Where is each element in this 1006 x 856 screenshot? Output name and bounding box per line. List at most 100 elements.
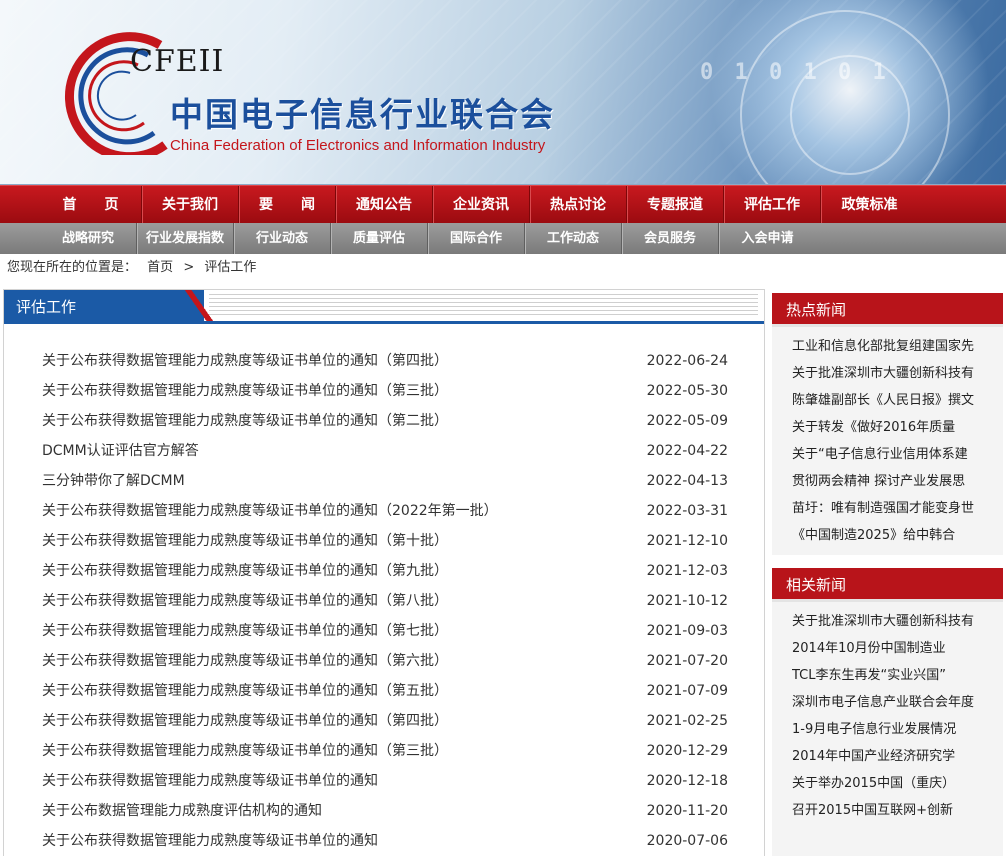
- hot-news-box: 热点新闻 工业和信息化部批复组建国家先 关于批准深圳市大疆创新科技有 陈肇雄副部长《…: [772, 293, 1003, 555]
- article-date: 2022-04-22: [646, 443, 728, 459]
- sub-nav: 战略研究 行业发展指数 行业动态 质量评估 国际合作 工作动态 会员服务 入会申…: [0, 223, 1006, 254]
- article-row[interactable]: 关于公布获得数据管理能力成熟度等级证书单位的通知（第六批） 2021-07-20: [42, 646, 728, 676]
- nav-enterprise[interactable]: 企业资讯: [433, 186, 530, 224]
- hot-news-item[interactable]: 工业和信息化部批复组建国家先: [792, 333, 992, 360]
- header-decoration: [209, 294, 758, 318]
- related-news-item[interactable]: 2014年中国产业经济研究学: [792, 743, 992, 770]
- breadcrumb: 您现在所在的位置是： 首页 > 评估工作: [7, 258, 262, 278]
- logo-abbreviation: CFEII: [130, 44, 225, 79]
- article-date: 2022-06-24: [646, 353, 728, 369]
- article-title-link[interactable]: 关于公布数据管理能力成熟度评估机构的通知: [42, 796, 322, 826]
- nav-policy[interactable]: 政策标准: [821, 186, 918, 224]
- article-date: 2021-12-03: [646, 563, 728, 579]
- article-row[interactable]: 关于公布获得数据管理能力成熟度等级证书单位的通知（第二批） 2022-05-09: [42, 406, 728, 436]
- article-title-link[interactable]: 关于公布获得数据管理能力成熟度等级证书单位的通知（第四批）: [42, 706, 448, 736]
- article-row[interactable]: 关于公布获得数据管理能力成熟度等级证书单位的通知（第五批） 2021-07-09: [42, 676, 728, 706]
- article-list: 关于公布获得数据管理能力成熟度等级证书单位的通知（第四批） 2022-06-24 关…: [42, 346, 728, 856]
- article-title-link[interactable]: DCMM认证评估官方解答: [42, 436, 199, 466]
- article-date: 2022-05-09: [646, 413, 728, 429]
- article-title-link[interactable]: 关于公布获得数据管理能力成熟度等级证书单位的通知（第三批）: [42, 736, 448, 766]
- article-title-link[interactable]: 关于公布获得数据管理能力成熟度等级证书单位的通知（第六批）: [42, 646, 448, 676]
- hot-news-item[interactable]: 关于批准深圳市大疆创新科技有: [792, 360, 992, 387]
- article-title-link[interactable]: 关于公布获得数据管理能力成熟度等级证书单位的通知（第五批）: [42, 676, 448, 706]
- breadcrumb-prefix: 您现在所在的位置是：: [7, 260, 138, 275]
- nav-notices[interactable]: 通知公告: [336, 186, 433, 224]
- nav-assessment[interactable]: 评估工作: [724, 186, 821, 224]
- related-news-item[interactable]: 关于举办2015中国（重庆）: [792, 770, 992, 797]
- hot-news-title: 热点新闻: [772, 293, 1003, 327]
- related-news-title: 相关新闻: [772, 568, 1003, 602]
- nav-special-reports[interactable]: 专题报道: [627, 186, 724, 224]
- breadcrumb-home-link[interactable]: 首页: [147, 260, 173, 275]
- article-title-link[interactable]: 关于公布获得数据管理能力成熟度等级证书单位的通知（第四批）: [42, 346, 448, 376]
- subnav-work[interactable]: 工作动态: [525, 223, 622, 254]
- related-news-item[interactable]: TCL李东生再发“实业兴国”: [792, 662, 992, 689]
- subnav-international[interactable]: 国际合作: [428, 223, 525, 254]
- article-row[interactable]: 关于公布获得数据管理能力成熟度等级证书单位的通知（第四批） 2021-02-25: [42, 706, 728, 736]
- article-row[interactable]: 三分钟带你了解DCMM 2022-04-13: [42, 466, 728, 496]
- related-news-item[interactable]: 2014年10月份中国制造业: [792, 635, 992, 662]
- article-row[interactable]: 关于公布获得数据管理能力成熟度等级证书单位的通知（第三批） 2022-05-30: [42, 376, 728, 406]
- site-title-en: China Federation of Electronics and Info…: [170, 137, 546, 154]
- nav-hot-topics[interactable]: 热点讨论: [530, 186, 627, 224]
- article-title-link[interactable]: 关于公布获得数据管理能力成熟度等级证书单位的通知: [42, 766, 378, 796]
- article-date: 2020-12-29: [646, 743, 728, 759]
- article-row[interactable]: 关于公布获得数据管理能力成熟度等级证书单位的通知（第七批） 2021-09-03: [42, 616, 728, 646]
- subnav-index[interactable]: 行业发展指数: [137, 223, 234, 254]
- related-news-item[interactable]: 1-9月电子信息行业发展情况: [792, 716, 992, 743]
- article-row[interactable]: 关于公布数据管理能力成熟度评估机构的通知 2020-11-20: [42, 796, 728, 826]
- article-date: 2021-09-03: [646, 623, 728, 639]
- section-header: 评估工作: [4, 290, 764, 324]
- article-row[interactable]: 关于公布获得数据管理能力成熟度等级证书单位的通知（第十批） 2021-12-10: [42, 526, 728, 556]
- article-title-link[interactable]: 关于公布获得数据管理能力成熟度等级证书单位的通知（第三批）: [42, 376, 448, 406]
- nav-home[interactable]: 首 页: [40, 186, 142, 224]
- article-date: 2021-10-12: [646, 593, 728, 609]
- article-row[interactable]: 关于公布获得数据管理能力成熟度等级证书单位的通知 2020-12-18: [42, 766, 728, 796]
- article-row[interactable]: 关于公布获得数据管理能力成熟度等级证书单位的通知 2020-07-06: [42, 826, 728, 856]
- article-title-link[interactable]: 关于公布获得数据管理能力成熟度等级证书单位的通知: [42, 826, 378, 856]
- article-title-link[interactable]: 关于公布获得数据管理能力成熟度等级证书单位的通知（第十批）: [42, 526, 448, 556]
- article-date: 2020-11-20: [646, 803, 728, 819]
- subnav-join[interactable]: 入会申请: [719, 223, 816, 254]
- article-title-link[interactable]: 关于公布获得数据管理能力成熟度等级证书单位的通知（第九批）: [42, 556, 448, 586]
- article-title-link[interactable]: 三分钟带你了解DCMM: [42, 466, 185, 496]
- hot-news-item[interactable]: 关于转发《做好2016年质量: [792, 414, 992, 441]
- article-row[interactable]: 关于公布获得数据管理能力成熟度等级证书单位的通知（第三批） 2020-12-29: [42, 736, 728, 766]
- article-title-link[interactable]: 关于公布获得数据管理能力成熟度等级证书单位的通知（2022年第一批）: [42, 496, 498, 526]
- related-news-item[interactable]: 关于批准深圳市大疆创新科技有: [792, 608, 992, 635]
- hot-news-item[interactable]: 《中国制造2025》给中韩合: [792, 522, 992, 549]
- subnav-strategy[interactable]: 战略研究: [40, 223, 137, 254]
- site-title-cn: 中国电子信息行业联合会: [170, 95, 555, 134]
- nav-about[interactable]: 关于我们: [142, 186, 239, 224]
- breadcrumb-current: 评估工作: [204, 260, 257, 275]
- article-row[interactable]: 关于公布获得数据管理能力成熟度等级证书单位的通知（第四批） 2022-06-24: [42, 346, 728, 376]
- related-news-item[interactable]: 深圳市电子信息产业联合会年度: [792, 689, 992, 716]
- article-row[interactable]: 关于公布获得数据管理能力成熟度等级证书单位的通知（2022年第一批） 2022-0…: [42, 496, 728, 526]
- article-row[interactable]: 关于公布获得数据管理能力成熟度等级证书单位的通知（第九批） 2021-12-03: [42, 556, 728, 586]
- section-title: 评估工作: [4, 290, 204, 324]
- article-date: 2021-07-09: [646, 683, 728, 699]
- article-date: 2021-12-10: [646, 533, 728, 549]
- article-date: 2021-07-20: [646, 653, 728, 669]
- article-row[interactable]: DCMM认证评估官方解答 2022-04-22: [42, 436, 728, 466]
- related-news-box: 相关新闻 关于批准深圳市大疆创新科技有 2014年10月份中国制造业 TCL李东生再…: [772, 568, 1003, 856]
- subnav-quality[interactable]: 质量评估: [331, 223, 428, 254]
- subnav-members[interactable]: 会员服务: [622, 223, 719, 254]
- article-row[interactable]: 关于公布获得数据管理能力成熟度等级证书单位的通知（第八批） 2021-10-12: [42, 586, 728, 616]
- article-title-link[interactable]: 关于公布获得数据管理能力成熟度等级证书单位的通知（第七批）: [42, 616, 448, 646]
- related-news-item[interactable]: 召开2015中国互联网+创新: [792, 797, 992, 824]
- banner-digits: 0 1 0 1 0 1: [700, 60, 890, 85]
- article-title-link[interactable]: 关于公布获得数据管理能力成熟度等级证书单位的通知（第八批）: [42, 586, 448, 616]
- article-title-link[interactable]: 关于公布获得数据管理能力成熟度等级证书单位的通知（第二批）: [42, 406, 448, 436]
- article-panel: 评估工作 关于公布获得数据管理能力成熟度等级证书单位的通知（第四批） 2022-0…: [3, 289, 765, 856]
- hot-news-item[interactable]: 贯彻两会精神 探讨产业发展思: [792, 468, 992, 495]
- hot-news-item[interactable]: 关于“电子信息行业信用体系建: [792, 441, 992, 468]
- nav-news[interactable]: 要 闻: [239, 186, 336, 224]
- subnav-industry[interactable]: 行业动态: [234, 223, 331, 254]
- article-date: 2021-02-25: [646, 713, 728, 729]
- site-banner: 0 1 0 1 0 1 CFEII 中国电子信息行业联合会 China Fede…: [0, 0, 1006, 185]
- hot-news-item[interactable]: 苗圩：唯有制造强国才能变身世: [792, 495, 992, 522]
- article-date: 2022-05-30: [646, 383, 728, 399]
- hot-news-item[interactable]: 陈肇雄副部长《人民日报》撰文: [792, 387, 992, 414]
- header-red-accent: [184, 290, 216, 324]
